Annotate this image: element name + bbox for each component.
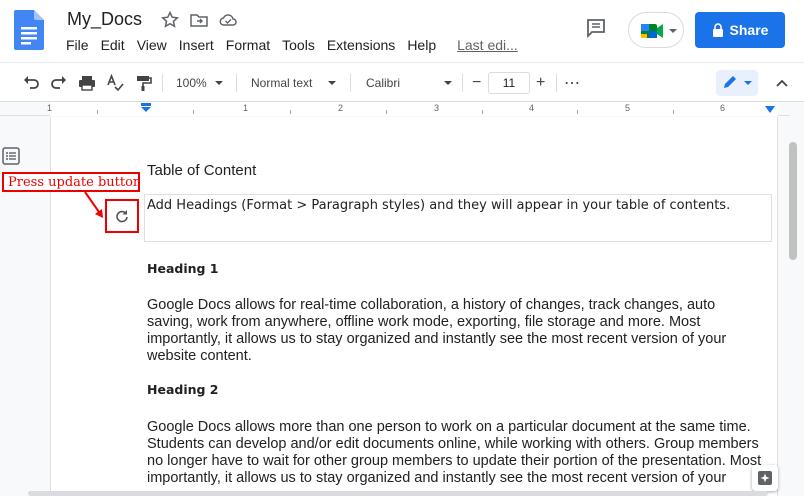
- font-select[interactable]: Calibri: [366, 73, 453, 93]
- font-chevron-down-icon: [444, 81, 453, 85]
- paragraph-1[interactable]: Google Docs allows for real-time collabo…: [147, 297, 772, 365]
- star-icon[interactable]: [160, 10, 180, 30]
- text-line: no longer have to wait for other group m…: [147, 453, 762, 469]
- annotation-callout: Press update button: [2, 172, 140, 192]
- undo-icon[interactable]: [22, 73, 40, 93]
- ruler-mark: 4: [529, 103, 535, 113]
- toc-title[interactable]: Table of Content: [147, 162, 256, 179]
- menu-tools[interactable]: Tools: [282, 37, 315, 53]
- print-icon[interactable]: [78, 73, 96, 93]
- decrease-font-size-button[interactable]: −: [472, 73, 481, 93]
- text-line: Students can develop and/or edit documen…: [147, 436, 759, 452]
- text-line: importantly, it allows us to stay organi…: [147, 331, 727, 347]
- ruler-mark: 5: [625, 103, 631, 113]
- style-value: Normal text: [251, 76, 313, 90]
- right-indent-marker-icon[interactable]: [764, 106, 776, 114]
- annotation-arrow-icon: [84, 191, 103, 218]
- ruler-mark: 3: [434, 103, 440, 113]
- text-line: Google Docs allows more than one person …: [147, 419, 751, 435]
- move-folder-icon[interactable]: [189, 10, 209, 30]
- header: My_Docs File Edit View Insert Format Too…: [0, 0, 804, 62]
- lock-icon: [712, 23, 723, 37]
- refresh-icon: [116, 210, 128, 223]
- menu-edit[interactable]: Edit: [101, 37, 125, 53]
- text-line: saving, work from anywhere, offline work…: [147, 314, 701, 330]
- heading-1[interactable]: Heading 1: [147, 261, 219, 276]
- editing-mode-button[interactable]: [716, 70, 758, 96]
- update-toc-button[interactable]: [105, 199, 139, 233]
- font-value: Calibri: [366, 76, 401, 90]
- paragraph-2[interactable]: Google Docs allows more than one person …: [147, 419, 772, 491]
- zoom-select[interactable]: 100%: [176, 73, 223, 93]
- style-select[interactable]: Normal text: [251, 73, 337, 93]
- last-edit-link[interactable]: Last edi...: [457, 37, 518, 53]
- pencil-icon: [724, 76, 752, 88]
- style-chevron-down-icon: [328, 81, 337, 85]
- docs-logo-icon[interactable]: [14, 10, 44, 50]
- comments-icon[interactable]: [584, 16, 608, 40]
- meet-button[interactable]: [628, 12, 684, 48]
- increase-font-size-button[interactable]: +: [536, 73, 545, 93]
- collapse-menus-icon[interactable]: [774, 73, 790, 93]
- menu-bar: File Edit View Insert Format Tools Exten…: [66, 37, 530, 53]
- zoom-chevron-down-icon: [214, 81, 223, 85]
- redo-icon[interactable]: [50, 73, 68, 93]
- text-line: importantly, it allows us to stay organi…: [147, 470, 727, 486]
- text-line: website content.: [147, 348, 252, 364]
- heading-2[interactable]: Heading 2: [147, 382, 219, 397]
- share-button[interactable]: Share: [695, 12, 785, 48]
- more-options-button[interactable]: ⋯: [564, 73, 580, 93]
- explore-button[interactable]: [752, 465, 778, 491]
- explore-sparkle-icon: [758, 471, 772, 485]
- toc-hint: Add Headings (Format > Paragraph styles)…: [147, 198, 731, 213]
- menu-view[interactable]: View: [137, 37, 167, 53]
- document-outline-icon[interactable]: [2, 147, 20, 165]
- menu-file[interactable]: File: [66, 37, 89, 53]
- toolbar: 100% Normal text Calibri − 11 + ⋯: [0, 62, 804, 102]
- ruler-mark: 2: [338, 103, 344, 113]
- menu-extensions[interactable]: Extensions: [327, 37, 395, 53]
- ruler: 1 1 2 3 4 5 6: [0, 102, 790, 116]
- meet-icon: [641, 24, 677, 38]
- text-line: Google Docs allows for real-time collabo…: [147, 297, 716, 313]
- menu-format[interactable]: Format: [226, 37, 270, 53]
- share-label: Share: [729, 22, 769, 38]
- cloud-saved-icon[interactable]: [218, 10, 238, 30]
- menu-help[interactable]: Help: [407, 37, 436, 53]
- spellcheck-icon[interactable]: [106, 73, 124, 93]
- doc-title[interactable]: My_Docs: [67, 9, 142, 30]
- zoom-value: 100%: [176, 76, 207, 90]
- vertical-scroll-thumb[interactable]: [789, 142, 797, 260]
- ruler-mark: 1: [243, 103, 249, 113]
- ruler-mark: 1: [47, 103, 53, 113]
- ruler-mark: 6: [720, 103, 726, 113]
- left-indent-marker-icon[interactable]: [140, 103, 152, 113]
- paint-format-icon[interactable]: [134, 73, 152, 93]
- google-docs-window: My_Docs File Edit View Insert Format Too…: [0, 0, 804, 496]
- menu-insert[interactable]: Insert: [179, 37, 214, 53]
- horizontal-scrollbar[interactable]: [28, 491, 768, 496]
- font-size-input[interactable]: 11: [488, 72, 530, 94]
